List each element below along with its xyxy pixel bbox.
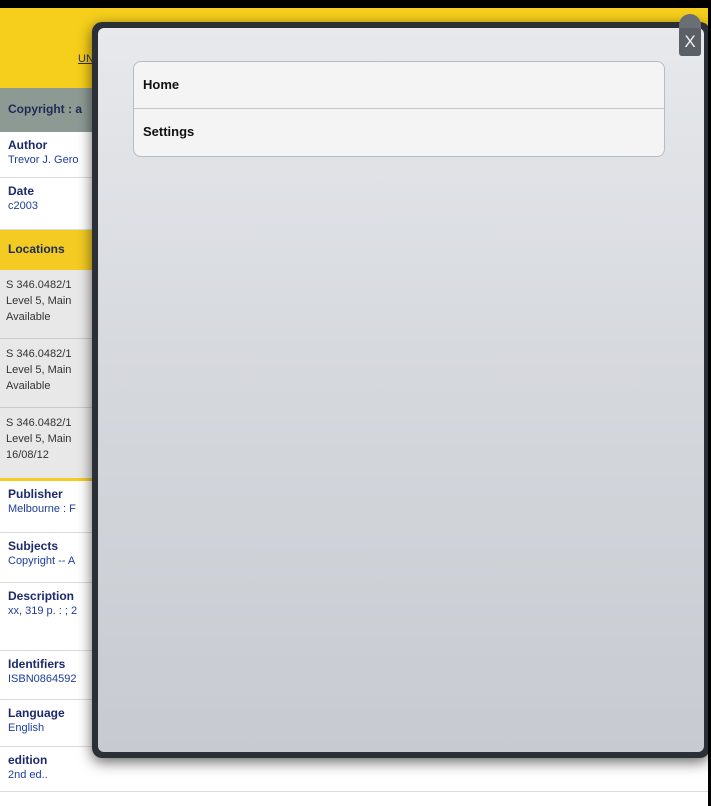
menu-list: Home Settings — [133, 61, 665, 157]
menu-item-label: Home — [143, 77, 180, 92]
field-value: xx, 319 p. : ; 2 — [8, 605, 78, 617]
call-number: S 346.0482/1 — [6, 348, 72, 360]
field-label: Description — [8, 589, 75, 603]
field-label: Date — [8, 184, 35, 198]
field-value: ISBN0864592 — [8, 673, 77, 685]
locations-title: Locations — [8, 242, 65, 256]
menu-popover-body: Home Settings — [98, 28, 704, 752]
availability-status: Available — [6, 380, 51, 392]
call-number: S 346.0482/1 — [6, 279, 72, 291]
call-number: S 346.0482/1 — [6, 417, 72, 429]
field-value: 2nd ed.. — [8, 769, 48, 781]
field-label: edition — [8, 753, 48, 767]
close-icon: X — [684, 32, 696, 51]
field-label: Language — [8, 706, 65, 720]
title-text: Copyright : a — [8, 102, 82, 116]
menu-item-label: Settings — [143, 124, 195, 139]
field-label: Author — [8, 138, 48, 152]
screen-top-edge — [0, 0, 711, 8]
availability-status: Available — [6, 311, 51, 323]
location-text: Level 5, Main — [6, 364, 72, 376]
field-value: c2003 — [8, 200, 38, 212]
menu-popover: Home Settings — [92, 22, 710, 758]
field-label: Identifiers — [8, 657, 66, 671]
location-text: Level 5, Main — [6, 433, 72, 445]
close-button[interactable]: X — [679, 28, 701, 56]
due-date: 16/08/12 — [6, 449, 49, 461]
menu-item-settings[interactable]: Settings — [134, 109, 664, 155]
field-label: Publisher — [8, 487, 63, 501]
menu-item-home[interactable]: Home — [134, 62, 664, 109]
field-value[interactable]: Copyright -- A — [8, 555, 75, 567]
location-text: Level 5, Main — [6, 295, 72, 307]
field-value[interactable]: Trevor J. Gero — [8, 154, 79, 166]
field-label: Subjects — [8, 539, 59, 553]
field-value: English — [8, 722, 45, 734]
field-value: Melbourne : F — [8, 503, 76, 515]
